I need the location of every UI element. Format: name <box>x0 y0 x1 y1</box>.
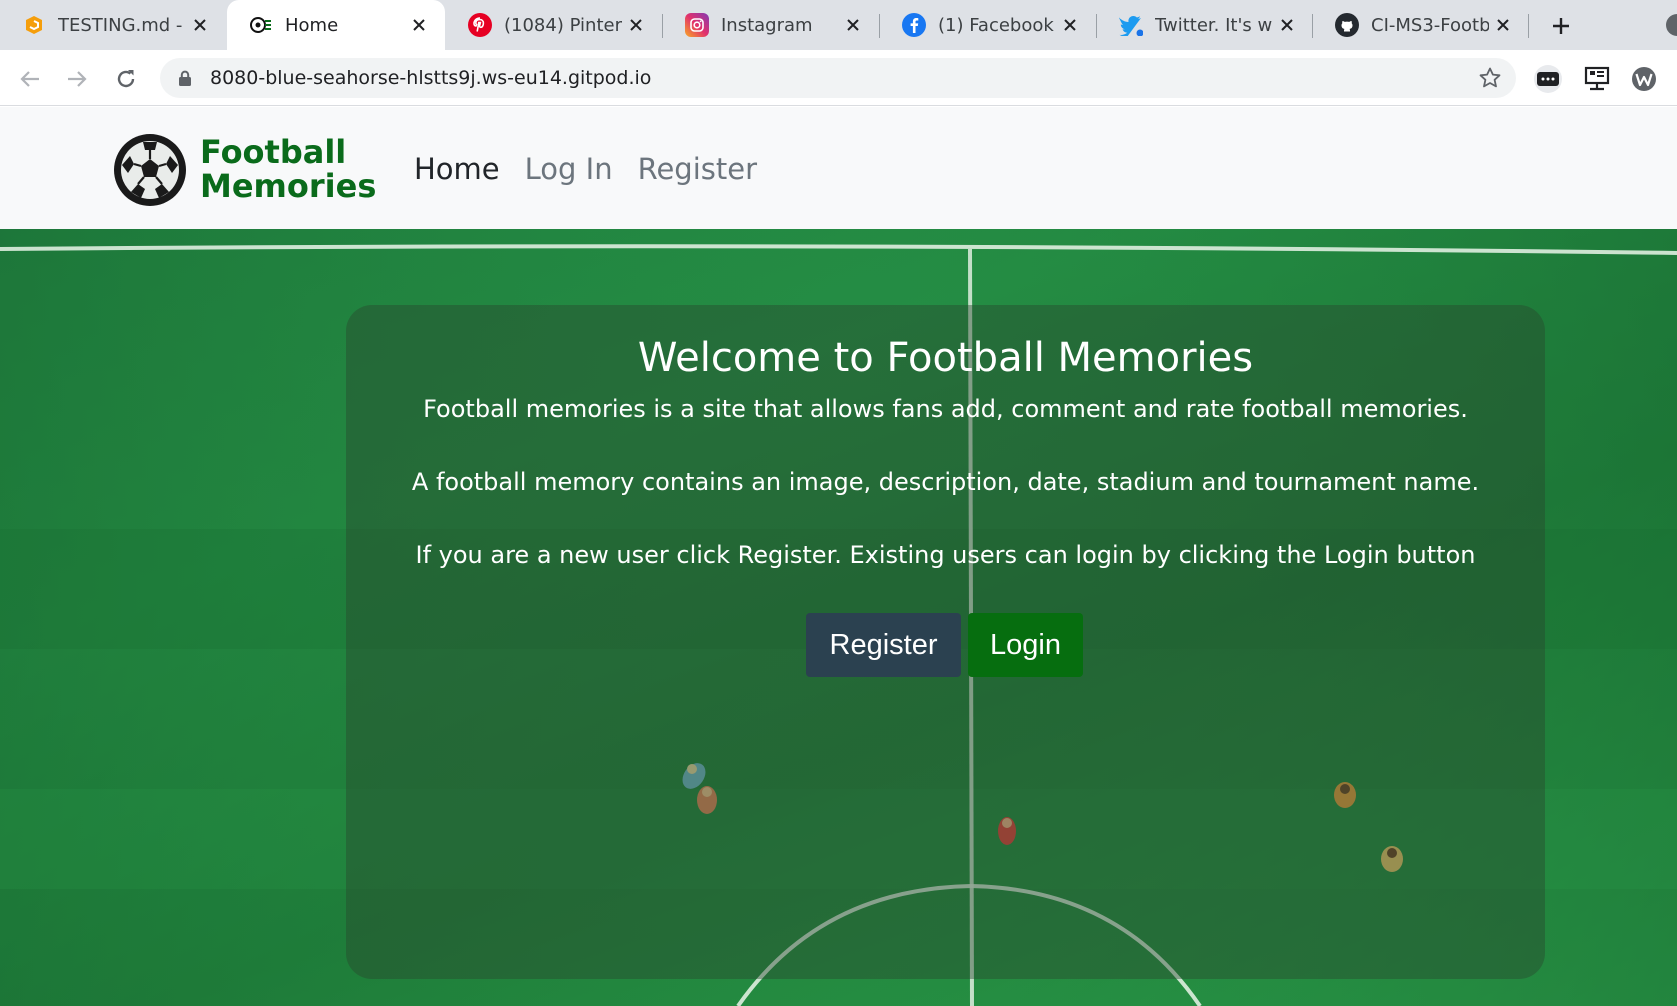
browser-toolbar: 8080-blue-seahorse-hlstts9j.ws-eu14.gitp… <box>0 50 1677 106</box>
close-icon[interactable] <box>186 11 214 39</box>
main-nav: Home Log In Register <box>414 151 782 187</box>
twitter-icon <box>1119 13 1143 37</box>
tab-title: (1084) Pinterest <box>504 14 622 36</box>
tab-testing-md[interactable]: TESTING.md - ( <box>0 0 226 50</box>
close-icon[interactable] <box>1056 11 1084 39</box>
tab-title: TESTING.md - ( <box>58 14 186 36</box>
brand-logo-text[interactable]: Football Memories <box>200 135 376 203</box>
facebook-icon <box>902 13 926 37</box>
github-icon <box>1335 13 1359 37</box>
tab-pinterest[interactable]: (1084) Pinterest <box>446 0 662 50</box>
lock-icon[interactable] <box>178 70 192 90</box>
brand-line-2: Memories <box>200 167 377 205</box>
tab-github[interactable]: CI-MS3-Football <box>1313 0 1529 50</box>
welcome-card: Welcome to Football Memories Football me… <box>346 305 1545 979</box>
register-button[interactable]: Register <box>806 613 961 677</box>
reload-button[interactable] <box>111 64 141 94</box>
memory-description-paragraph: A football memory contains an image, des… <box>411 468 1480 496</box>
hero-section: Welcome to Football Memories Football me… <box>0 229 1677 1006</box>
tab-title: Twitter. It's what <box>1155 14 1273 36</box>
tab-twitter[interactable]: Twitter. It's what <box>1097 0 1313 50</box>
close-icon[interactable] <box>1489 11 1517 39</box>
tab-title: Home <box>285 14 339 36</box>
profile-avatar[interactable] <box>1666 14 1677 36</box>
nav-link-register[interactable]: Register <box>638 151 757 187</box>
browser-tab-strip: TESTING.md - ( Home (1084) Pinterest Ins… <box>0 0 1677 50</box>
forward-button[interactable] <box>62 64 92 94</box>
close-icon[interactable] <box>622 11 650 39</box>
site-navbar: Football Memories Home Log In Register <box>0 107 1677 229</box>
login-button[interactable]: Login <box>968 613 1083 677</box>
instructions-paragraph: If you are a new user click Register. Ex… <box>415 541 1476 569</box>
instagram-icon <box>685 13 709 37</box>
close-icon[interactable] <box>405 11 433 39</box>
football-memories-favicon <box>249 13 273 37</box>
tab-home[interactable]: Home <box>227 0 445 50</box>
nav-link-home[interactable]: Home <box>414 151 500 187</box>
extension-monitor-icon[interactable] <box>1580 62 1614 96</box>
new-tab-button[interactable] <box>1546 11 1576 41</box>
pinterest-icon <box>468 13 492 37</box>
welcome-heading: Welcome to Football Memories <box>637 335 1254 381</box>
close-icon[interactable] <box>1273 11 1301 39</box>
bookmark-star-icon[interactable] <box>1478 66 1502 94</box>
tab-title: (1) Facebook <box>938 14 1054 36</box>
brand-line-1: Football <box>200 133 347 171</box>
close-icon[interactable] <box>839 11 867 39</box>
back-button[interactable] <box>15 64 45 94</box>
extension-dots-icon[interactable] <box>1531 62 1565 96</box>
tab-facebook[interactable]: (1) Facebook <box>880 0 1096 50</box>
gitpod-icon <box>22 13 46 37</box>
tab-title: Instagram <box>721 14 813 36</box>
nav-link-log-in[interactable]: Log In <box>525 151 613 187</box>
intro-paragraph: Football memories is a site that allows … <box>423 395 1468 423</box>
url-text[interactable]: 8080-blue-seahorse-hlstts9j.ws-eu14.gitp… <box>210 67 651 89</box>
football-logo-icon[interactable] <box>112 132 188 208</box>
address-bar[interactable]: 8080-blue-seahorse-hlstts9j.ws-eu14.gitp… <box>160 58 1516 98</box>
tab-instagram[interactable]: Instagram <box>663 0 879 50</box>
tab-title: CI-MS3-Football <box>1371 14 1489 36</box>
extension-w-icon[interactable] <box>1627 62 1661 96</box>
tab-separator <box>1528 14 1529 38</box>
